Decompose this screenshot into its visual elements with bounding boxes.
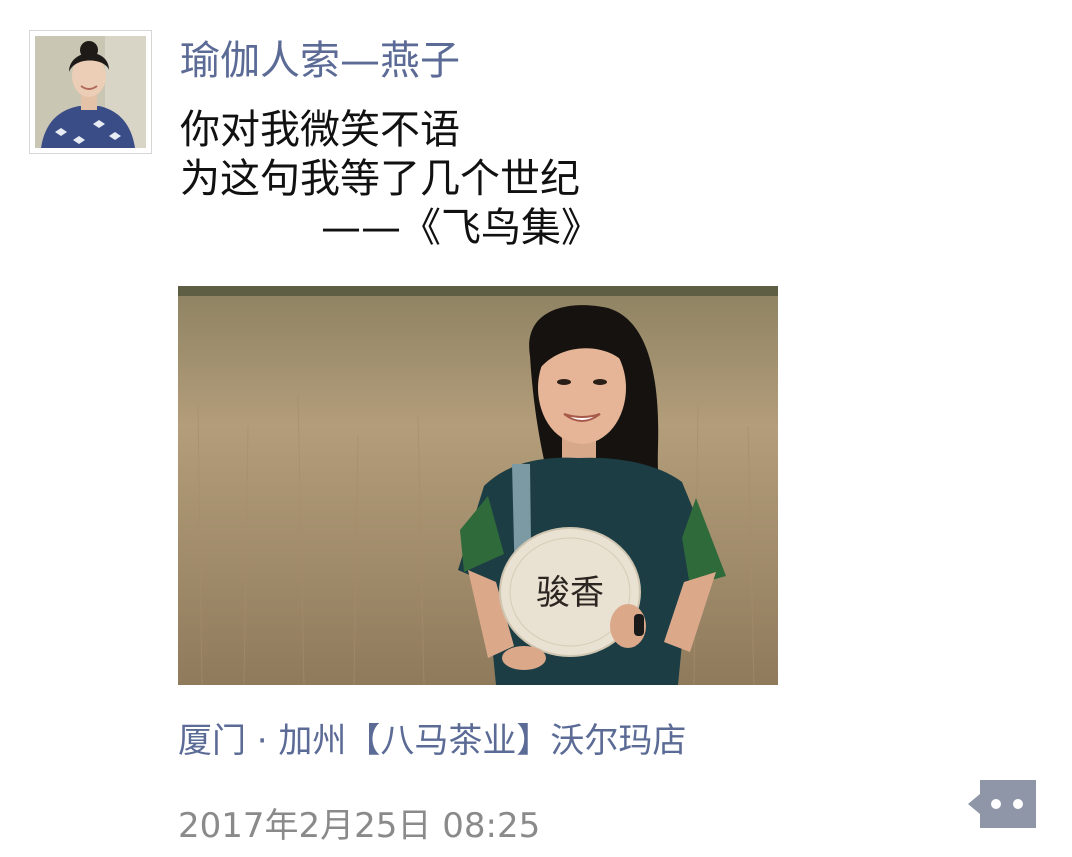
more-options-icon — [968, 780, 1036, 828]
location-link[interactable]: 厦门 · 加州【八马茶业】沃尔玛店 — [178, 719, 686, 763]
moments-post: 瑜伽人索—燕子 你对我微笑不语 为这句我等了几个世纪 ——《飞鸟集》 骏香 厦门… — [0, 0, 1072, 857]
comment-button[interactable] — [966, 780, 1036, 828]
photo-woman-with-tea-cake: 骏香 — [178, 286, 778, 685]
post-photo[interactable]: 骏香 — [178, 286, 778, 685]
post-text-line: ——《飞鸟集》 — [321, 205, 601, 251]
post-text-line: 为这句我等了几个世纪 — [180, 156, 580, 202]
author-avatar[interactable] — [29, 30, 152, 154]
author-name[interactable]: 瑜伽人索—燕子 — [180, 38, 460, 84]
post-text-line: 你对我微笑不语 — [180, 107, 460, 153]
post-timestamp: 2017年2月25日 08:25 — [178, 806, 541, 846]
avatar-photo — [35, 36, 146, 148]
tea-cake-label: 骏香 — [536, 573, 604, 613]
post-text: 你对我微笑不语 为这句我等了几个世纪 ——《飞鸟集》 — [180, 106, 601, 253]
